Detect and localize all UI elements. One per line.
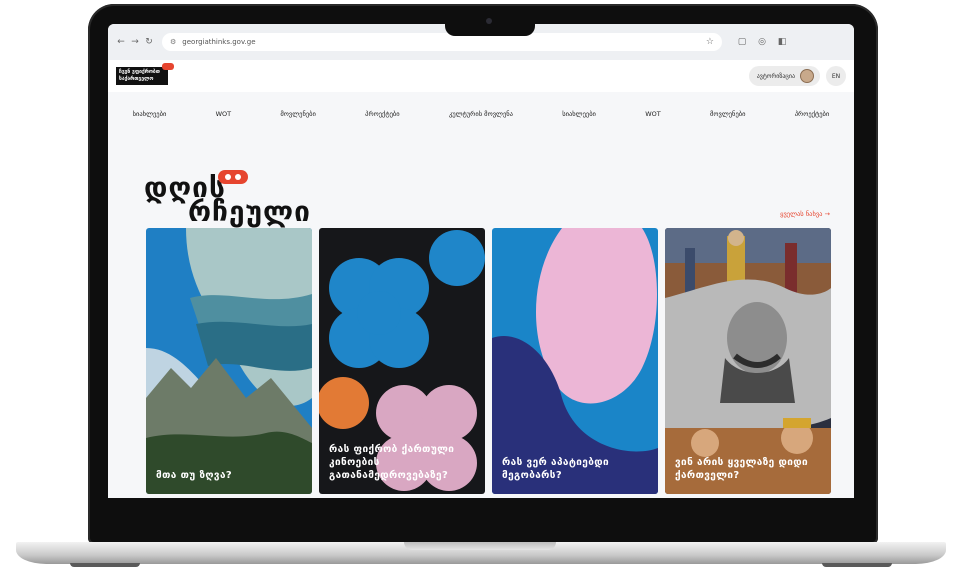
menu-item[interactable]: WOT bbox=[645, 110, 661, 118]
menu-item[interactable]: მოვლენები bbox=[710, 110, 745, 118]
bookmark-star-icon[interactable]: ☆ bbox=[706, 37, 714, 47]
login-label: ავტორიზაცია bbox=[756, 72, 795, 80]
title-badge-icon bbox=[218, 170, 248, 184]
card-1-illustration bbox=[146, 228, 312, 494]
card-friend-forgiveness[interactable]: რას ვერ აპატიებდი მეგობარს? bbox=[492, 228, 658, 494]
card-4-illustration bbox=[665, 228, 831, 494]
back-arrow-icon[interactable]: ← bbox=[114, 37, 128, 47]
cast-icon[interactable]: ◎ bbox=[752, 37, 772, 47]
site-header: ჩვენ ვფიქრობთ საქართველო ავტორიზაცია EN bbox=[108, 60, 854, 92]
card-3-illustration bbox=[492, 228, 658, 494]
laptop-foot-left bbox=[70, 563, 140, 567]
camera-notch bbox=[445, 12, 535, 36]
card-2-caption: რას ფიქრობ ქართული კინოების გათანამედროვ… bbox=[329, 444, 455, 481]
card-georgian-cinema[interactable]: რას ფიქრობ ქართული კინოების გათანამედროვ… bbox=[319, 228, 485, 494]
site-info-icon[interactable]: ⚙ bbox=[170, 38, 176, 46]
side-panel-icon[interactable]: ◧ bbox=[772, 37, 792, 47]
section-title-line2: რჩეული bbox=[188, 195, 311, 228]
card-row: მთა თუ ზღვა? რას ფიქრობ ქართული კინოების… bbox=[146, 228, 832, 494]
logo-text-line1: ჩვენ ვფიქრობთ bbox=[119, 69, 160, 75]
laptop-foot-right bbox=[822, 563, 892, 567]
login-button[interactable]: ავტორიზაცია bbox=[748, 66, 820, 86]
reload-icon[interactable]: ↻ bbox=[142, 37, 156, 47]
site-logo[interactable]: ჩვენ ვფიქრობთ საქართველო bbox=[116, 63, 174, 85]
card-4-caption: ვინ არის ყველაზე დიდი ქართველი? bbox=[675, 457, 809, 481]
menu-item[interactable]: კულტურის მოვლენა bbox=[449, 110, 513, 118]
menu-item[interactable]: WOT bbox=[216, 110, 232, 118]
camera-icon bbox=[486, 18, 492, 24]
url-text: georgiathinks.gov.ge bbox=[182, 38, 256, 46]
see-all-link[interactable]: ყველას ნახვა → bbox=[780, 210, 830, 218]
menu-item[interactable]: პროექტები bbox=[365, 110, 400, 118]
card-greatest-georgian[interactable]: ვინ არის ყველაზე დიდი ქართველი? bbox=[665, 228, 831, 494]
language-button[interactable]: EN bbox=[826, 66, 846, 86]
menu-item[interactable]: სიახლეები bbox=[562, 110, 596, 118]
card-3-caption: რას ვერ აპატიებდი მეგობარს? bbox=[502, 457, 610, 481]
section-title: დღის რჩეული bbox=[144, 170, 314, 234]
menu-item[interactable]: მოვლენები bbox=[280, 110, 315, 118]
card-mountain-or-sea[interactable]: მთა თუ ზღვა? bbox=[146, 228, 312, 494]
main-menu: სიახლეები WOT მოვლენები პროექტები კულტურ… bbox=[108, 106, 854, 122]
extensions-icon[interactable]: ▢ bbox=[732, 37, 752, 47]
menu-item[interactable]: სიახლეები bbox=[133, 110, 167, 118]
menu-item[interactable]: პროექტები bbox=[795, 110, 830, 118]
logo-badge-icon bbox=[162, 63, 174, 70]
logo-text-line2: საქართველო bbox=[119, 76, 154, 82]
address-bar[interactable]: ⚙ georgiathinks.gov.ge ☆ bbox=[162, 33, 722, 51]
laptop-screen: ← → ↻ ⚙ georgiathinks.gov.ge ☆ ▢ ◎ ◧ ჩვე… bbox=[108, 24, 854, 498]
card-1-caption: მთა თუ ზღვა? bbox=[156, 470, 233, 481]
laptop-base-groove bbox=[404, 542, 556, 550]
avatar-icon bbox=[800, 69, 814, 83]
forward-arrow-icon[interactable]: → bbox=[128, 37, 142, 47]
